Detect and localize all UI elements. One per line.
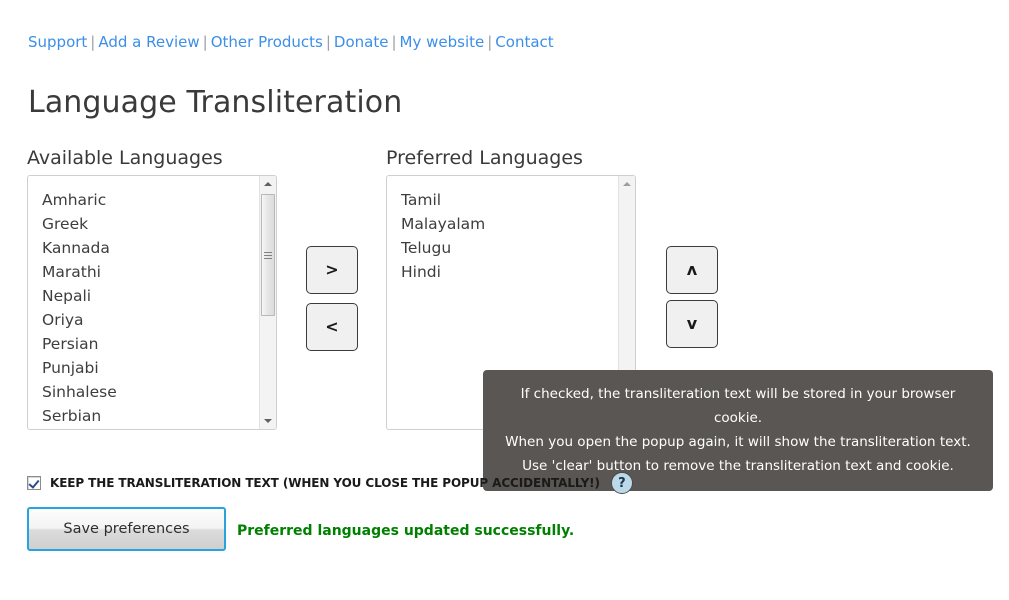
list-item[interactable]: Greek (40, 212, 258, 236)
tooltip-line: If checked, the transliteration text wil… (520, 386, 956, 426)
grip-icon (264, 250, 272, 261)
page-title: Language Transliteration (28, 85, 403, 120)
scrollbar-up-button[interactable] (260, 176, 276, 192)
nav-separator: | (202, 33, 208, 51)
list-item[interactable]: Tamil (399, 188, 617, 212)
save-preferences-button[interactable]: Save preferences (27, 507, 226, 551)
scrollbar-down-button[interactable] (260, 413, 276, 429)
nav-separator: | (391, 33, 397, 51)
nav-link-add-a-review[interactable]: Add a Review (98, 33, 199, 51)
move-left-button[interactable]: < (306, 303, 358, 351)
chevron-down-icon (264, 419, 272, 423)
list-item[interactable]: Telugu (399, 236, 617, 260)
help-question-icon[interactable]: ? (610, 472, 633, 494)
keep-text-checkbox[interactable] (27, 476, 41, 490)
tooltip-line: When you open the popup again, it will s… (505, 434, 971, 450)
top-nav-links: Support | Add a Review | Other Products | Dona… (28, 31, 554, 53)
list-item[interactable]: Oriya (40, 308, 258, 332)
list-item[interactable]: Malayalam (399, 212, 617, 236)
tooltip-arrow-icon (540, 451, 558, 461)
available-languages-items[interactable]: Amharic Greek Kannada Marathi Nepali Ori… (28, 176, 258, 428)
move-down-button[interactable]: v (666, 300, 718, 348)
nav-separator: | (487, 33, 493, 51)
nav-link-my-website[interactable]: My website (400, 33, 485, 51)
nav-link-support[interactable]: Support (28, 33, 87, 51)
chevron-up-icon (623, 182, 631, 186)
scrollbar-thumb[interactable] (261, 194, 275, 316)
available-languages-listbox[interactable]: Amharic Greek Kannada Marathi Nepali Ori… (27, 175, 277, 430)
list-item[interactable]: Amharic (40, 188, 258, 212)
list-item[interactable]: Kannada (40, 236, 258, 260)
nav-link-other-products[interactable]: Other Products (211, 33, 323, 51)
move-up-button[interactable]: ʌ (666, 246, 718, 294)
available-languages-heading: Available Languages (27, 147, 223, 169)
list-item[interactable]: Nepali (40, 284, 258, 308)
nav-link-contact[interactable]: Contact (495, 33, 553, 51)
status-message: Preferred languages updated successfully… (237, 523, 575, 539)
nav-separator: | (90, 33, 96, 51)
nav-link-donate[interactable]: Donate (334, 33, 389, 51)
nav-separator: | (325, 33, 331, 51)
list-item[interactable]: Punjabi (40, 356, 258, 380)
list-item[interactable]: Serbian (40, 404, 258, 428)
available-languages-scrollbar[interactable] (259, 176, 276, 429)
list-item[interactable]: Sinhalese (40, 380, 258, 404)
scrollbar-up-button[interactable] (619, 176, 635, 192)
preferred-languages-items[interactable]: Tamil Malayalam Telugu Hindi (387, 176, 617, 284)
chevron-up-icon (264, 182, 272, 186)
list-item[interactable]: Persian (40, 332, 258, 356)
keep-transliteration-text-row: KEEP THE TRANSLITERATION TEXT (WHEN YOU … (27, 472, 633, 494)
move-right-button[interactable]: > (306, 246, 358, 294)
keep-text-label[interactable]: KEEP THE TRANSLITERATION TEXT (WHEN YOU … (50, 476, 600, 490)
preferred-languages-heading: Preferred Languages (386, 147, 583, 169)
list-item[interactable]: Hindi (399, 260, 617, 284)
list-item[interactable]: Marathi (40, 260, 258, 284)
